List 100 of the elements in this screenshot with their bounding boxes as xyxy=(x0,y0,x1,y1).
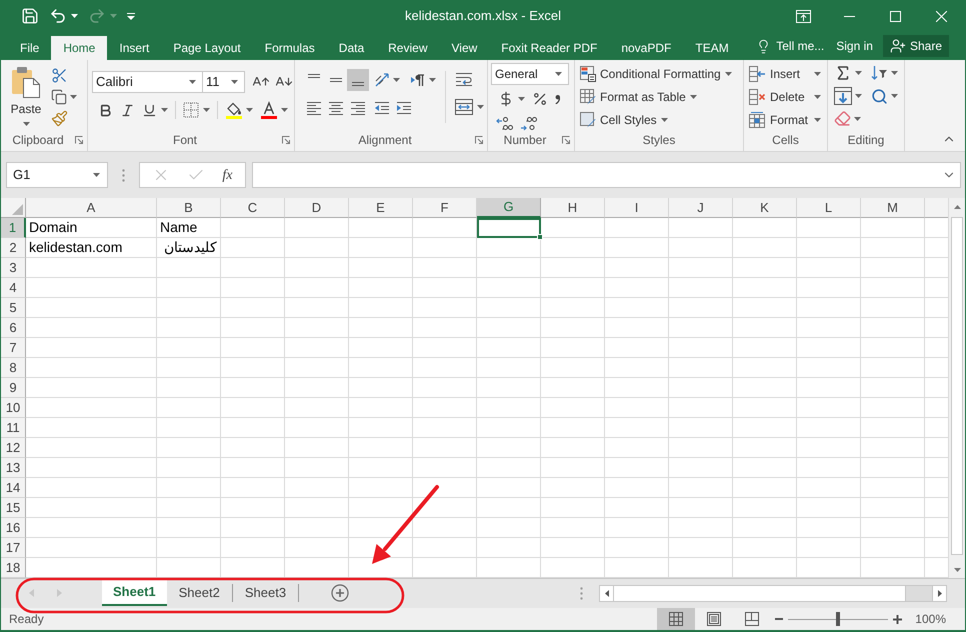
increase-decimal-icon[interactable] xyxy=(496,116,514,132)
caret-icon[interactable] xyxy=(429,78,436,82)
vertical-scrollbar[interactable] xyxy=(948,198,965,578)
row-header[interactable]: 8 xyxy=(1,358,26,378)
ribbon-tab[interactable]: novaPDF xyxy=(609,36,684,60)
zoom-in-icon[interactable] xyxy=(893,614,902,624)
caret-icon[interactable] xyxy=(281,108,288,112)
row-header[interactable]: 12 xyxy=(1,438,26,458)
wrap-text-icon[interactable] xyxy=(455,71,473,89)
ribbon-tab[interactable]: Foxit Reader PDF xyxy=(489,36,610,60)
row-header[interactable]: 16 xyxy=(1,518,26,538)
row-header[interactable]: 18 xyxy=(1,558,26,578)
decrease-decimal-icon[interactable] xyxy=(520,116,538,132)
fill-down-icon[interactable] xyxy=(834,87,852,105)
caret-icon[interactable] xyxy=(93,173,100,177)
caret-icon[interactable] xyxy=(660,118,668,122)
search-icon[interactable] xyxy=(871,88,888,104)
tell-me-button[interactable]: Tell me... xyxy=(756,37,824,55)
zoom-slider[interactable] xyxy=(788,612,888,626)
caret-icon[interactable] xyxy=(161,108,168,112)
row-header[interactable]: 6 xyxy=(1,318,26,338)
caret-icon[interactable] xyxy=(891,94,898,98)
ribbon-tab[interactable]: TEAM xyxy=(683,36,741,60)
caret-icon[interactable] xyxy=(477,105,484,109)
left-arrow-icon[interactable] xyxy=(604,590,608,596)
paintbrush-icon[interactable] xyxy=(51,110,68,127)
name-box[interactable]: G1 xyxy=(6,162,108,188)
percent-icon[interactable] xyxy=(532,91,548,107)
fill-handle[interactable] xyxy=(537,234,543,240)
sort-filter-icon[interactable] xyxy=(871,65,888,81)
caret-icon[interactable] xyxy=(246,108,253,112)
caret-icon[interactable] xyxy=(854,116,861,120)
caret-icon[interactable] xyxy=(690,95,697,99)
conditional-formatting-button[interactable]: Conditional Formatting xyxy=(580,63,732,85)
format-cells-button[interactable]: Format xyxy=(749,109,821,131)
drag-handle-icon[interactable] xyxy=(122,168,125,182)
dialog-launcher-icon[interactable] xyxy=(75,136,83,144)
cell-styles-button[interactable]: Cell Styles xyxy=(580,109,668,131)
row-header[interactable]: 14 xyxy=(1,478,26,498)
dialog-launcher-icon[interactable] xyxy=(475,136,483,144)
sign-in-link[interactable]: Sign in xyxy=(836,37,873,55)
caret-icon[interactable] xyxy=(22,122,30,126)
ribbon-tab[interactable]: Review xyxy=(376,36,440,60)
row-header[interactable]: 11 xyxy=(1,418,26,438)
ribbon-tab[interactable]: File xyxy=(8,36,52,60)
ribbon-tab[interactable]: Insert xyxy=(107,36,162,60)
caret-icon[interactable] xyxy=(855,94,862,98)
font-size-field[interactable]: 11 xyxy=(202,71,245,93)
bold-icon[interactable] xyxy=(98,102,113,118)
column-header[interactable]: E xyxy=(349,198,413,218)
right-arrow-icon[interactable] xyxy=(938,590,942,596)
column-header[interactable]: F xyxy=(413,198,477,218)
drag-handle-icon[interactable] xyxy=(580,586,583,600)
scrollbar-thumb[interactable] xyxy=(614,586,906,600)
row-header[interactable]: 9 xyxy=(1,378,26,398)
save-icon[interactable] xyxy=(21,7,39,25)
ribbon-tab[interactable]: View xyxy=(440,36,490,60)
active-cell[interactable] xyxy=(477,218,541,238)
row-header[interactable]: 7 xyxy=(1,338,26,358)
column-header[interactable]: M xyxy=(861,198,925,218)
borders-icon[interactable] xyxy=(183,102,199,118)
column-header[interactable]: D xyxy=(285,198,349,218)
sheet-tab[interactable]: Sheet2 xyxy=(166,579,232,606)
sheet-tab[interactable]: Sheet3 xyxy=(232,579,298,606)
caret-icon[interactable] xyxy=(231,80,238,84)
caret-icon[interactable] xyxy=(814,118,821,122)
caret-icon[interactable] xyxy=(189,80,196,84)
column-header[interactable]: B xyxy=(157,198,221,218)
caret-icon[interactable] xyxy=(203,108,210,112)
formula-input-field[interactable] xyxy=(252,162,961,188)
undo-icon[interactable] xyxy=(49,7,67,25)
row-header[interactable]: 10 xyxy=(1,398,26,418)
copy-icon[interactable] xyxy=(51,89,67,105)
paste-button[interactable]: Paste xyxy=(5,64,47,127)
fill-color-icon[interactable] xyxy=(225,101,243,119)
ribbon-tab[interactable]: Home xyxy=(51,36,108,60)
caret-icon[interactable] xyxy=(891,71,898,75)
share-button[interactable]: Share xyxy=(882,35,949,57)
maximize-icon[interactable] xyxy=(890,10,900,22)
ribbon-tab[interactable]: Data xyxy=(326,36,376,60)
merge-cells-icon[interactable] xyxy=(455,99,473,115)
caret-icon[interactable] xyxy=(70,95,77,99)
increase-indent-icon[interactable] xyxy=(396,100,412,116)
insert-cells-button[interactable]: Insert xyxy=(749,63,821,85)
column-header[interactable]: K xyxy=(733,198,797,218)
ribbon-display-options-icon[interactable] xyxy=(796,10,810,22)
row-header[interactable]: 2 xyxy=(1,238,26,258)
horizontal-scrollbar[interactable] xyxy=(599,584,947,602)
add-sheet-icon[interactable] xyxy=(331,584,350,602)
caret-icon[interactable] xyxy=(518,97,525,101)
underline-icon[interactable] xyxy=(142,102,157,118)
column-header[interactable]: A xyxy=(26,198,157,218)
caret-icon[interactable] xyxy=(724,72,732,76)
column-header[interactable]: L xyxy=(797,198,861,218)
text-direction-icon[interactable] xyxy=(410,73,426,87)
column-header[interactable]: I xyxy=(605,198,669,218)
caret-icon[interactable] xyxy=(393,78,400,82)
down-arrow-icon[interactable] xyxy=(954,568,960,572)
zoom-level[interactable]: 100% xyxy=(915,610,946,628)
row-header[interactable]: 4 xyxy=(1,278,26,298)
